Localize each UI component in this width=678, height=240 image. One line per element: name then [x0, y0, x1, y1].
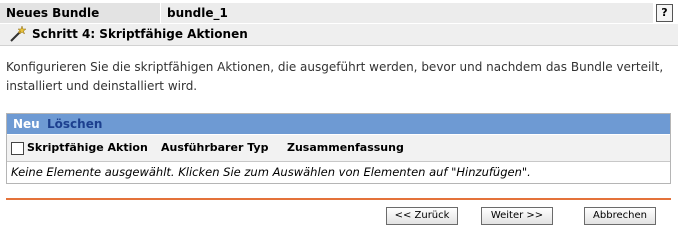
- empty-message: Keine Elemente ausgewählt. Klicken Sie z…: [11, 165, 531, 179]
- bundle-name: bundle_1: [161, 3, 653, 23]
- page-description: Konfigurieren Sie die skriptfähigen Akti…: [6, 60, 664, 93]
- step-bar: Schritt 4: Skriptfähige Aktionen: [0, 24, 678, 46]
- new-button[interactable]: Neu: [13, 114, 40, 134]
- step-title: Schritt 4: Skriptfähige Aktionen: [32, 27, 248, 41]
- table-header: Skriptfähige Aktion Ausführbarer Typ Zus…: [7, 135, 670, 162]
- column-executable-type[interactable]: Ausführbarer Typ: [161, 135, 268, 161]
- next-button[interactable]: Weiter >>: [481, 207, 553, 225]
- help-button[interactable]: ?: [656, 4, 673, 22]
- column-summary[interactable]: Zusammenfassung: [287, 135, 404, 161]
- select-all-checkbox[interactable]: [11, 142, 24, 155]
- wand-icon: [10, 26, 26, 42]
- column-scriptable-action[interactable]: Skriptfähige Aktion: [27, 135, 148, 161]
- wizard-header: Neues Bundle erstellen bundle_1 ?: [0, 3, 678, 40]
- divider: [6, 198, 671, 200]
- delete-button[interactable]: Löschen: [47, 114, 102, 134]
- actions-table: Neu Löschen Skriptfähige Aktion Ausführb…: [6, 113, 671, 184]
- wizard-title: Neues Bundle erstellen: [0, 3, 160, 40]
- back-button[interactable]: << Zurück: [386, 207, 458, 225]
- cancel-button[interactable]: Abbrechen: [584, 207, 656, 225]
- table-toolbar: Neu Löschen: [7, 114, 670, 134]
